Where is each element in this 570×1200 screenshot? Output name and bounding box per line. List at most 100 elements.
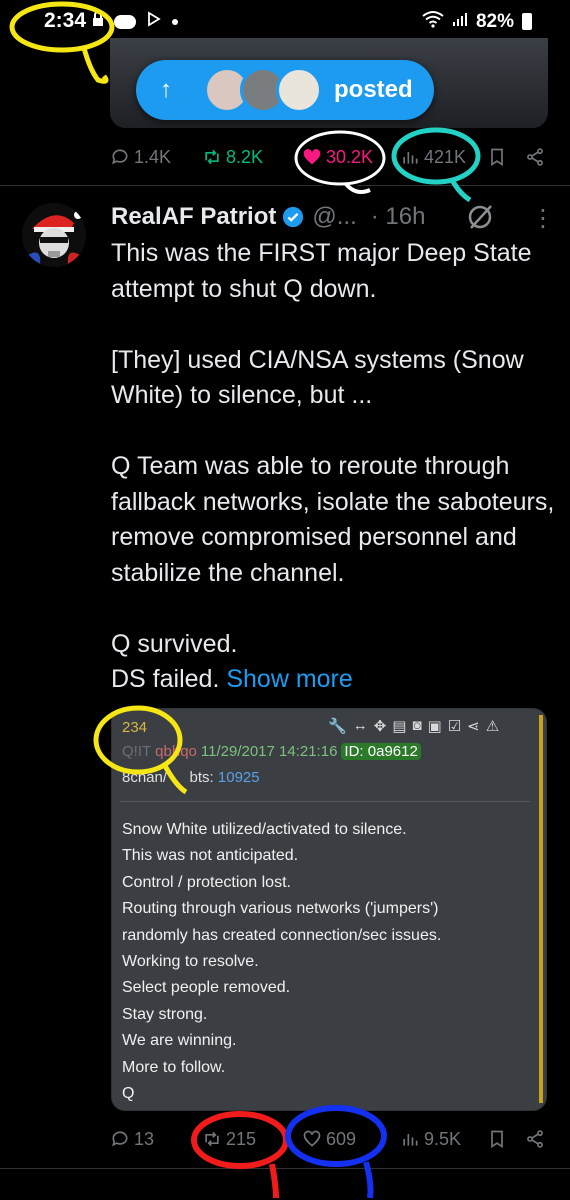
board-prefix: 8chan/ [122, 769, 168, 786]
annotation-tail [81, 47, 109, 84]
handle[interactable]: @... [312, 203, 356, 231]
share-icon: ⋖ [467, 718, 480, 735]
tweet-paragraph: [They] used CIA/NSA systems (Snow White)… [111, 345, 524, 410]
notification-icons [92, 11, 178, 32]
clipboard-icon: ▣ [427, 718, 442, 735]
views-button[interactable]: 9.5K [400, 1129, 461, 1150]
board-suffix: bts: [189, 769, 214, 786]
posted-avatars [204, 67, 322, 113]
play-store-icon [146, 11, 162, 32]
post-line: Stay strong. [122, 1005, 208, 1023]
status-bar: 2:34 82% [0, 0, 570, 40]
post-line: More to follow. [122, 1058, 226, 1076]
like-count: 609 [326, 1128, 357, 1149]
battery-icon [522, 13, 532, 30]
reply-count: 13 [134, 1128, 155, 1149]
arrows-icon: ↔ [352, 717, 368, 734]
tweet-line: DS failed. [111, 665, 220, 693]
board-line: 8chan/xxxbts: 10925 [122, 769, 260, 786]
warning-icon: ⚠ [485, 718, 500, 735]
reply-button[interactable]: 13 [110, 1129, 154, 1150]
avatar [276, 67, 322, 113]
wrench-icon: 🔧 [328, 718, 347, 735]
retweet-button[interactable]: 8.2K [202, 147, 263, 168]
arrow-up-icon: ↑ [160, 76, 172, 103]
bookmark-icon [491, 148, 503, 167]
glasses-icon: ◙ [412, 717, 422, 734]
retweet-button[interactable]: 215 [202, 1129, 256, 1150]
post-date: 11/29/2017 14:21:16 [200, 743, 338, 760]
doc-icon: ▤ [392, 718, 407, 735]
lock-icon [92, 11, 104, 32]
bookmark-button[interactable] [487, 1129, 507, 1149]
divider [0, 185, 570, 186]
show-more-link[interactable]: Show more [226, 665, 352, 693]
app-icon [114, 14, 136, 29]
post-line: randomly has created connection/sec issu… [122, 926, 442, 944]
heart-icon [303, 149, 321, 165]
check-icon: ☑ [447, 718, 462, 735]
battery-percent: 82% [475, 10, 514, 32]
reply-button[interactable]: 1.4K [110, 147, 171, 168]
image-toolbar: 🔧 ↔ ✥ ▤ ◙ ▣ ☑ ⋖ ⚠ [328, 717, 499, 735]
bookmark-icon [491, 1130, 503, 1149]
signal-icon [452, 11, 468, 32]
tweet-paragraph: DS failed. Show more [111, 662, 556, 698]
verified-icon [283, 206, 304, 228]
status-time: 2:34 [44, 9, 87, 32]
like-count: 30.2K [326, 146, 374, 167]
new-posts-pill[interactable]: ↑ posted [136, 60, 434, 120]
bookmark-button[interactable] [487, 147, 507, 167]
post-line: This was not anticipated. [122, 847, 299, 865]
post-line: Routing through various networks ('jumpe… [122, 900, 439, 918]
like-button[interactable]: 609 [302, 1129, 356, 1150]
heart-icon [303, 1130, 321, 1147]
tweet-paragraph: Q survived. [111, 629, 238, 658]
retweet-count: 215 [226, 1128, 257, 1149]
retweet-count: 8.2K [226, 146, 264, 167]
share-button[interactable] [525, 147, 545, 167]
post-message: Snow White utilized/activated to silence… [122, 817, 441, 1107]
grok-icon[interactable] [465, 202, 495, 232]
post-id: ID: 0a9612 [341, 743, 421, 760]
retweet-icon [205, 1131, 219, 1147]
share-button[interactable] [525, 1129, 545, 1149]
tweet-time[interactable]: · 16h [371, 203, 426, 231]
views-count: 9.5K [424, 1128, 462, 1149]
reply-icon [112, 1131, 128, 1147]
like-button[interactable]: 30.2K [302, 147, 373, 168]
reply-icon [112, 149, 128, 165]
posted-label: posted [334, 76, 413, 103]
tweet-header: RealAF Patriot @... · 16h ⋮ [111, 202, 555, 233]
annotation-tail [449, 178, 472, 203]
tweet-paragraph: This was the FIRST major Deep State atte… [111, 239, 532, 303]
views-count: 421K [424, 146, 467, 167]
board-post-number: 10925 [217, 769, 260, 786]
post-line: Working to resolve. [122, 953, 259, 971]
post-number: 234 [122, 719, 148, 736]
tweet-text: This was the FIRST major Deep State atte… [111, 236, 556, 698]
tweet-actions: 13 215 609 9.5K [110, 1123, 550, 1155]
share-icon [527, 148, 543, 166]
views-icon [403, 1134, 418, 1146]
share-icon [527, 1130, 543, 1148]
views-icon [403, 152, 418, 164]
display-name[interactable]: RealAF Patriot [111, 203, 276, 231]
annotation-tail [269, 1163, 279, 1199]
embedded-image[interactable]: 234 🔧 ↔ ✥ ▤ ◙ ▣ ☑ ⋖ ⚠ Q!IT qbhqo 11/29/2… [111, 708, 547, 1111]
post-meta: Q!IT qbhqo 11/29/2017 14:21:16 ID: 0a961… [122, 743, 421, 760]
post-line: Snow White utilized/activated to silence… [122, 821, 407, 838]
avatar[interactable] [22, 203, 86, 267]
post-line: Select people removed. [122, 979, 291, 997]
divider [0, 1168, 570, 1169]
post-line: Control / protection lost. [122, 873, 291, 891]
dot-icon [172, 18, 178, 25]
move-icon: ✥ [373, 718, 387, 735]
previous-tweet-actions: 1.4K 8.2K 30.2K 421K [110, 141, 550, 173]
poster-name: Q!IT [122, 743, 152, 760]
post-line: Q [122, 1085, 135, 1103]
views-button[interactable]: 421K [400, 147, 466, 168]
reply-count: 1.4K [134, 146, 172, 167]
tripcode: qbhqo [155, 743, 197, 760]
more-icon[interactable]: ⋮ [531, 204, 555, 233]
